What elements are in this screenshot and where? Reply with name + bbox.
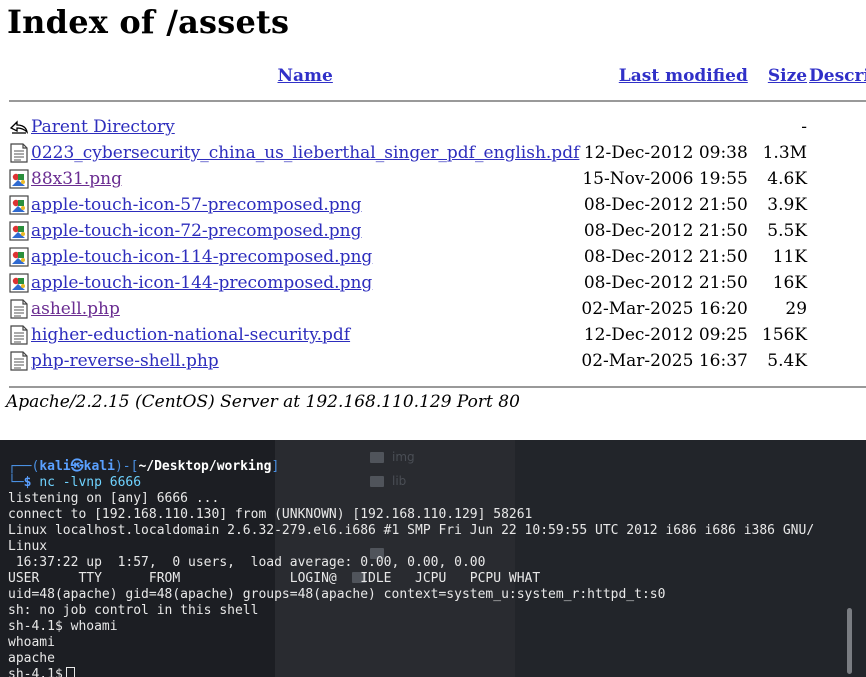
listing-row: Parent Directory - xyxy=(9,114,866,140)
file-link[interactable]: ashell.php xyxy=(31,299,120,319)
background-window xyxy=(515,440,866,677)
browser-page: Index of /assets Name Last modified Size… xyxy=(0,0,866,440)
size-cell: 11K xyxy=(772,247,808,267)
last-modified-cell xyxy=(581,114,747,140)
parent-directory-link[interactable]: Parent Directory xyxy=(31,117,175,137)
terminal-output-line: USER TTY FROM LOGIN@ IDLE JCPU PCPU WHAT xyxy=(8,571,541,586)
text-file-icon xyxy=(9,325,29,345)
image-file-icon xyxy=(9,195,29,215)
listing-row: higher-eduction-national-security.pdf 12-… xyxy=(9,322,866,348)
file-link[interactable]: apple-touch-icon-72-precomposed.png xyxy=(31,221,361,241)
listing-row: apple-touch-icon-144-precomposed.png 08-D… xyxy=(9,270,866,296)
size-cell: - xyxy=(801,117,808,137)
size-cell: 156K xyxy=(761,325,808,345)
size-cell: 5.4K xyxy=(767,351,808,371)
file-link[interactable]: apple-touch-icon-144-precomposed.png xyxy=(31,273,372,293)
last-modified-cell: 12-Dec-2012 09:25 xyxy=(583,325,748,345)
last-modified-cell: 15-Nov-2006 19:55 xyxy=(582,169,748,189)
description-cell xyxy=(809,270,866,296)
current-prompt-line[interactable]: sh-4.1$ xyxy=(8,667,75,677)
background-label-img: img xyxy=(392,450,415,464)
server-signature: Apache/2.2.15 (CentOS) Server at 192.168… xyxy=(6,392,520,412)
size-cell: 4.6K xyxy=(767,169,808,189)
last-modified-cell: 08-Dec-2012 21:50 xyxy=(583,247,748,267)
sort-by-last-modified-link[interactable]: Last modified xyxy=(619,66,748,86)
sort-by-size-link[interactable]: Size xyxy=(768,66,807,86)
description-cell xyxy=(809,296,866,322)
listing-row: apple-touch-icon-114-precomposed.png 08-D… xyxy=(9,244,866,270)
sort-by-name-link[interactable]: Name xyxy=(278,66,333,86)
listing-row: 88x31.png 15-Nov-2006 19:55 4.6K xyxy=(9,166,866,192)
file-link[interactable]: apple-touch-icon-57-precomposed.png xyxy=(31,195,361,215)
terminal-output-line: whoami xyxy=(8,635,55,650)
last-modified-cell: 08-Dec-2012 21:50 xyxy=(583,273,748,293)
last-modified-cell: 08-Dec-2012 21:50 xyxy=(583,221,748,241)
last-modified-cell: 02-Mar-2025 16:20 xyxy=(581,299,748,319)
prompt-line: ┌──(kali㉿kali)-[~/Desktop/working] xyxy=(8,459,280,474)
listing-row: ashell.php 02-Mar-2025 16:20 29 xyxy=(9,296,866,322)
last-modified-cell: 02-Mar-2025 16:37 xyxy=(581,351,748,371)
description-cell xyxy=(809,114,866,140)
terminal-output-line: listening on [any] 6666 ... xyxy=(8,491,220,506)
listing-row: apple-touch-icon-72-precomposed.png 08-De… xyxy=(9,218,866,244)
terminal-output-line: sh-4.1$ whoami xyxy=(8,619,118,634)
size-cell: 5.5K xyxy=(767,221,808,241)
file-link[interactable]: 88x31.png xyxy=(31,169,122,189)
header-row: Name Last modified Size Description xyxy=(9,64,866,88)
terminal-output-line: apache xyxy=(8,651,55,666)
terminal-window[interactable]: img lib ┌──(kali㉿kali)-[~/Desktop/workin… xyxy=(0,440,866,677)
last-modified-cell: 08-Dec-2012 21:50 xyxy=(583,195,748,215)
folder-icon xyxy=(370,476,384,487)
description-cell xyxy=(809,348,866,374)
file-link[interactable]: higher-eduction-national-security.pdf xyxy=(31,325,350,345)
text-file-icon xyxy=(9,351,29,371)
description-cell xyxy=(809,244,866,270)
command-text: nc -lvnp 6666 xyxy=(39,475,142,490)
terminal-output-line: Linux xyxy=(8,539,48,554)
file-link[interactable]: 0223_cybersecurity_china_us_lieberthal_s… xyxy=(31,143,579,163)
folder-icon xyxy=(370,452,384,463)
terminal-output-line: sh: no job control in this shell xyxy=(8,603,259,618)
page-title: Index of /assets xyxy=(7,3,290,41)
header-divider xyxy=(9,88,866,114)
description-cell xyxy=(809,192,866,218)
terminal-output-line: 16:37:22 up 1:57, 0 users, load average:… xyxy=(8,555,486,570)
file-link[interactable]: apple-touch-icon-114-precomposed.png xyxy=(31,247,372,267)
image-file-icon xyxy=(9,273,29,293)
image-file-icon xyxy=(9,247,29,267)
command-line: └─$ nc -lvnp 6666 xyxy=(8,475,142,490)
size-cell: 29 xyxy=(785,299,808,319)
listing-row: 0223_cybersecurity_china_us_lieberthal_s… xyxy=(9,140,866,166)
description-cell xyxy=(809,140,866,166)
terminal-scrollbar[interactable] xyxy=(847,608,852,674)
back-icon xyxy=(9,117,29,137)
description-cell xyxy=(809,166,866,192)
description-cell xyxy=(809,322,866,348)
terminal-output-line: connect to [192.168.110.130] from (UNKNO… xyxy=(8,507,533,522)
size-cell: 1.3M xyxy=(762,143,808,163)
description-cell xyxy=(809,218,866,244)
directory-listing: Name Last modified Size Description Pare… xyxy=(7,64,866,400)
text-file-icon xyxy=(9,143,29,163)
listing-row: apple-touch-icon-57-precomposed.png 08-De… xyxy=(9,192,866,218)
file-link[interactable]: php-reverse-shell.php xyxy=(31,351,219,371)
sort-by-description-link[interactable]: Description xyxy=(809,66,866,86)
terminal-output-line: Linux localhost.localdomain 2.6.32-279.e… xyxy=(8,523,815,538)
background-label-lib: lib xyxy=(392,474,407,488)
last-modified-cell: 12-Dec-2012 09:38 xyxy=(583,143,748,163)
listing-row: php-reverse-shell.php 02-Mar-2025 16:37 5.… xyxy=(9,348,866,374)
text-file-icon xyxy=(9,299,29,319)
size-cell: 16K xyxy=(772,273,808,293)
image-file-icon xyxy=(9,221,29,241)
icon-header xyxy=(9,64,29,88)
text-cursor xyxy=(65,667,75,677)
image-file-icon xyxy=(9,169,29,189)
terminal-output-line: uid=48(apache) gid=48(apache) groups=48(… xyxy=(8,587,666,602)
size-cell: 3.9K xyxy=(767,195,808,215)
